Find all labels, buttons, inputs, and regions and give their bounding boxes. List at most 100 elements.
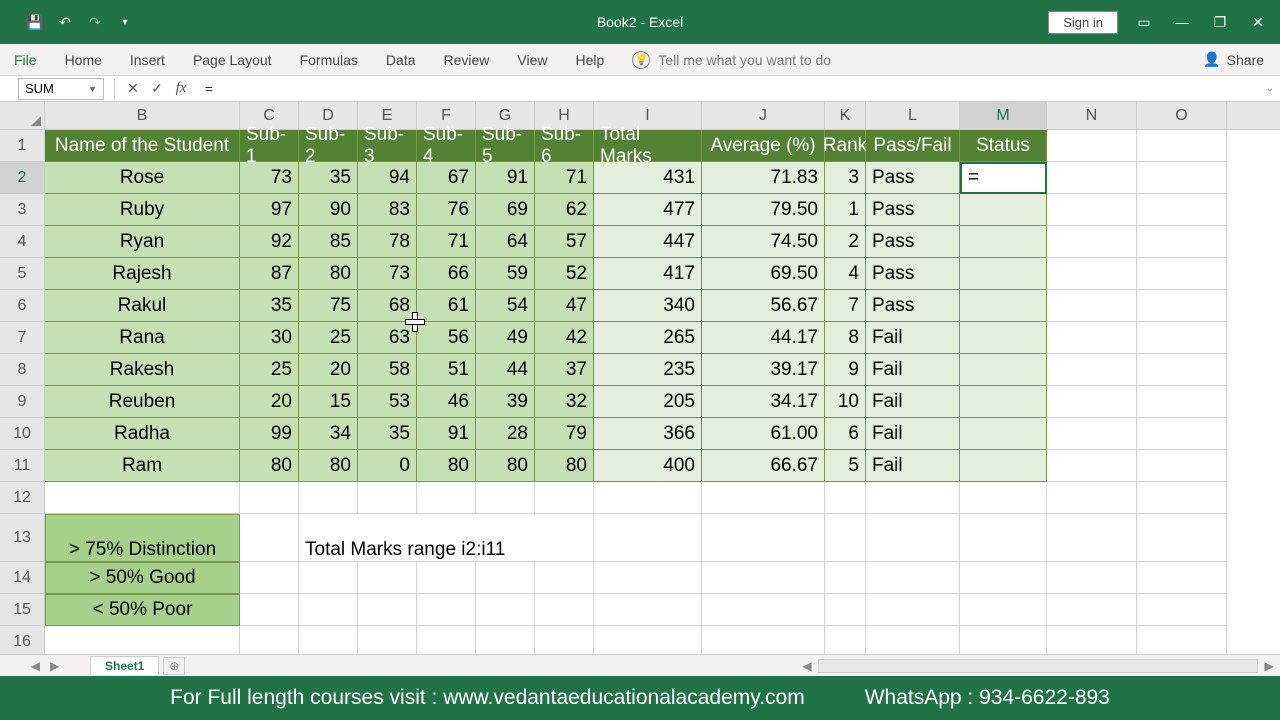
cell[interactable]: [960, 482, 1047, 514]
cell[interactable]: [866, 562, 960, 594]
total-marks[interactable]: 447: [594, 226, 702, 258]
total-marks[interactable]: 417: [594, 258, 702, 290]
cell[interactable]: [358, 626, 417, 654]
cancel-formula-icon[interactable]: ✕: [121, 80, 145, 97]
student-name[interactable]: Rana: [45, 322, 240, 354]
cell[interactable]: [1047, 626, 1137, 654]
cell[interactable]: [866, 594, 960, 626]
sub-value[interactable]: 80: [240, 450, 299, 482]
sub-value[interactable]: 35: [358, 418, 417, 450]
sub-value[interactable]: 62: [535, 194, 594, 226]
sub-value[interactable]: 61: [417, 290, 476, 322]
pass-fail[interactable]: Pass: [866, 194, 960, 226]
cell[interactable]: [1047, 386, 1137, 418]
header-cell[interactable]: Sub-5: [476, 130, 535, 162]
row-headers[interactable]: 12345678910111213141516: [0, 130, 45, 654]
cell[interactable]: [1137, 194, 1227, 226]
sub-value[interactable]: 85: [299, 226, 358, 258]
sub-value[interactable]: 63: [358, 322, 417, 354]
sub-value[interactable]: 90: [299, 194, 358, 226]
cell[interactable]: [1137, 626, 1227, 654]
name-box-dropdown-icon[interactable]: ▼: [88, 84, 97, 94]
pass-fail[interactable]: Fail: [866, 386, 960, 418]
cell[interactable]: [825, 482, 866, 514]
cell[interactable]: [1047, 418, 1137, 450]
insert-function-icon[interactable]: fx: [169, 80, 193, 97]
student-name[interactable]: Rajesh: [45, 258, 240, 290]
cell[interactable]: [1047, 162, 1137, 194]
row-header-10[interactable]: 10: [0, 418, 45, 450]
cell[interactable]: [866, 626, 960, 654]
sub-value[interactable]: 28: [476, 418, 535, 450]
row-header-11[interactable]: 11: [0, 450, 45, 482]
sub-value[interactable]: 87: [240, 258, 299, 290]
cell[interactable]: [299, 482, 358, 514]
qat-customize-icon[interactable]: ▾: [112, 9, 138, 35]
rank[interactable]: 6: [825, 418, 866, 450]
sub-value[interactable]: 99: [240, 418, 299, 450]
rank[interactable]: 3: [825, 162, 866, 194]
rank[interactable]: 5: [825, 450, 866, 482]
sign-in-button[interactable]: Sign in: [1048, 11, 1118, 34]
cell[interactable]: [535, 482, 594, 514]
cell[interactable]: [960, 626, 1047, 654]
cell[interactable]: [825, 562, 866, 594]
cell[interactable]: [1137, 258, 1227, 290]
sub-value[interactable]: 47: [535, 290, 594, 322]
rank[interactable]: 8: [825, 322, 866, 354]
pass-fail[interactable]: Pass: [866, 258, 960, 290]
cell[interactable]: [417, 594, 476, 626]
cell[interactable]: [1137, 226, 1227, 258]
sub-value[interactable]: 25: [299, 322, 358, 354]
cell[interactable]: [417, 626, 476, 654]
rank[interactable]: 7: [825, 290, 866, 322]
redo-icon[interactable]: ↷: [82, 9, 108, 35]
cell[interactable]: [535, 594, 594, 626]
cell[interactable]: [1137, 354, 1227, 386]
status-cell[interactable]: [960, 258, 1047, 290]
row-header-12[interactable]: 12: [0, 482, 45, 514]
col-header-L[interactable]: L: [866, 102, 960, 129]
cell[interactable]: [866, 482, 960, 514]
cell[interactable]: [594, 562, 702, 594]
average[interactable]: 69.50: [702, 258, 825, 290]
status-cell[interactable]: [960, 450, 1047, 482]
cell[interactable]: [240, 482, 299, 514]
total-marks[interactable]: 235: [594, 354, 702, 386]
hscroll-right-icon[interactable]: ▶: [1258, 659, 1280, 673]
cell[interactable]: [476, 482, 535, 514]
sub-value[interactable]: 0: [358, 450, 417, 482]
sub-value[interactable]: 35: [299, 162, 358, 194]
range-note[interactable]: Total Marks range i2:i11: [299, 514, 594, 562]
col-header-K[interactable]: K: [825, 102, 866, 129]
sub-value[interactable]: 80: [299, 258, 358, 290]
sub-value[interactable]: 79: [535, 418, 594, 450]
cell[interactable]: [1137, 514, 1227, 562]
cell[interactable]: [240, 562, 299, 594]
cell[interactable]: [417, 562, 476, 594]
cell[interactable]: [1047, 322, 1137, 354]
sub-value[interactable]: 71: [417, 226, 476, 258]
sub-value[interactable]: 92: [240, 226, 299, 258]
row-header-4[interactable]: 4: [0, 226, 45, 258]
cell[interactable]: [476, 562, 535, 594]
row-header-2[interactable]: 2: [0, 162, 45, 194]
col-header-B[interactable]: B: [45, 102, 240, 129]
student-name[interactable]: Reuben: [45, 386, 240, 418]
status-cell[interactable]: [960, 322, 1047, 354]
header-cell[interactable]: Sub-3: [358, 130, 417, 162]
sub-value[interactable]: 30: [240, 322, 299, 354]
sub-value[interactable]: 56: [417, 322, 476, 354]
cell[interactable]: [1137, 450, 1227, 482]
spreadsheet-grid[interactable]: BCDEFGHIJKLMNO 12345678910111213141516 N…: [0, 102, 1280, 654]
sub-value[interactable]: 49: [476, 322, 535, 354]
hscroll-left-icon[interactable]: ◀: [796, 659, 818, 673]
cell[interactable]: [866, 514, 960, 562]
sub-value[interactable]: 66: [417, 258, 476, 290]
header-cell[interactable]: Average (%): [702, 130, 825, 162]
tab-home[interactable]: Home: [51, 44, 116, 75]
sub-value[interactable]: 59: [476, 258, 535, 290]
pass-fail[interactable]: Pass: [866, 162, 960, 194]
header-cell[interactable]: Sub-1: [240, 130, 299, 162]
row-header-14[interactable]: 14: [0, 562, 45, 594]
